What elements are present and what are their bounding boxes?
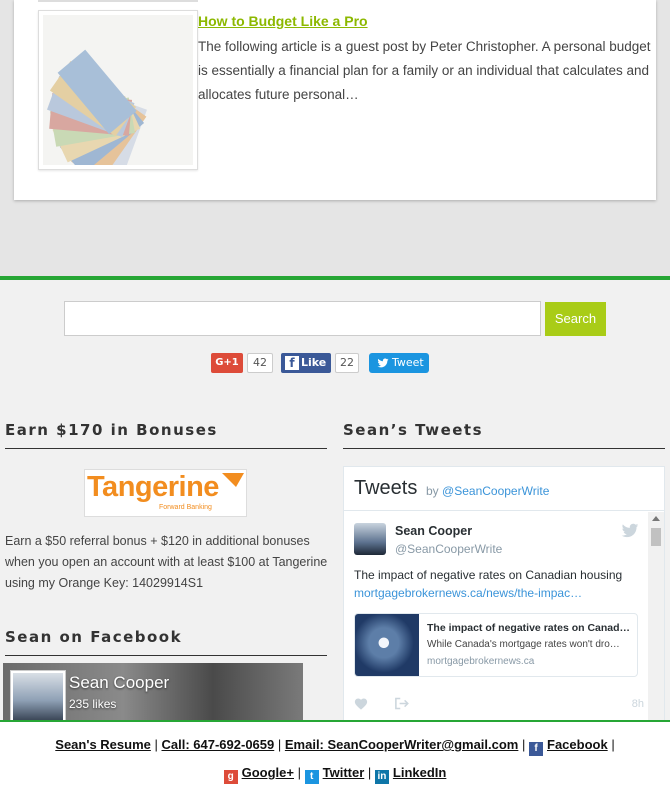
tweet-timestamp[interactable]: 8h	[632, 698, 644, 710]
divider	[38, 0, 198, 2]
widget-divider	[5, 655, 327, 656]
bonuses-widget-title: Earn $170 in Bonuses	[5, 421, 218, 439]
post-card: How to Budget Like a Pro The following a…	[14, 0, 656, 200]
search-input[interactable]	[64, 301, 541, 336]
linkedin-icon: in	[374, 770, 389, 784]
twitter-timeline-widget[interactable]: Tweets by @SeanCooperWrite Sean Cooper @…	[343, 466, 665, 726]
email-link[interactable]: Email: SeanCooperWriter@gmail.com	[285, 737, 519, 752]
tweet-card-description: While Canada's mortgage rates won't dro…	[427, 639, 620, 650]
tweet-link[interactable]: mortgagebrokernews.ca/news/the-impac…	[354, 584, 644, 602]
contact-bar: Sean's Resume | Call: 647-692-0659 | Ema…	[0, 720, 670, 794]
tweets-widget-title: Sean’s Tweets	[343, 421, 484, 439]
widget-divider	[5, 448, 327, 449]
phone-link[interactable]: Call: 647-692-0659	[162, 737, 275, 752]
like-heart-icon[interactable]	[354, 697, 368, 710]
resume-link[interactable]: Sean's Resume	[55, 737, 151, 752]
tweet-actions	[354, 697, 410, 715]
facebook-icon: f	[529, 742, 543, 756]
post-thumbnail[interactable]	[38, 10, 198, 185]
tweet-author-name[interactable]: Sean Cooper	[395, 524, 472, 538]
facebook-link[interactable]: Facebook	[547, 737, 608, 752]
tweet-card-title: The impact of negative rates on Canadi…	[427, 622, 632, 634]
twitter-handle-link[interactable]: @SeanCooperWrite	[442, 484, 549, 498]
tangerine-mark-icon	[222, 473, 244, 487]
facebook-page-widget[interactable]: Sean Cooper 235 likes	[3, 663, 303, 723]
bonuses-description: Earn a $50 referral bonus + $120 in addi…	[5, 534, 328, 590]
linkedin-link[interactable]: LinkedIn	[393, 765, 446, 780]
google-plus-icon: g	[223, 770, 238, 784]
tweet-card-image	[355, 614, 419, 676]
twitter-timeline-byline: by @SeanCooperWrite	[426, 484, 550, 498]
post-title-link[interactable]: How to Budget Like a Pro	[198, 13, 368, 29]
tweet-author-avatar[interactable]	[354, 523, 386, 555]
post-excerpt: The following article is a guest post by…	[198, 39, 651, 102]
widget-divider	[343, 448, 665, 449]
tangerine-logo-word: Tangerine	[87, 471, 219, 503]
facebook-widget-title: Sean on Facebook	[5, 628, 183, 646]
twitter-icon	[377, 358, 389, 368]
scrollbar-thumb[interactable]	[651, 528, 661, 546]
tweet-button-label: Tweet	[392, 356, 424, 369]
contact-bar-line-2: g Google+ | t Twitter | in LinkedIn	[0, 765, 670, 784]
facebook-icon: f	[285, 356, 299, 370]
tangerine-logo[interactable]: Tangerine Forward Banking	[84, 469, 247, 517]
facebook-like-count: 235 likes	[69, 697, 117, 711]
google-plus-button[interactable]: G+1	[211, 353, 243, 373]
twitter-link[interactable]: Twitter	[323, 765, 365, 780]
contact-bar-line-1: Sean's Resume | Call: 647-692-0659 | Ema…	[55, 737, 615, 756]
facebook-page-name[interactable]: Sean Cooper	[69, 673, 169, 693]
tweet-text: The impact of negative rates on Canadian…	[354, 566, 644, 602]
twitter-timeline-header: Tweets by @SeanCooperWrite	[344, 467, 664, 511]
tweet-link-card[interactable]: The impact of negative rates on Canadi… …	[354, 613, 638, 677]
tweet-button[interactable]: Tweet	[369, 353, 429, 373]
tweet-author-handle[interactable]: @SeanCooperWrite	[395, 542, 502, 556]
tangerine-logo-tagline: Forward Banking	[159, 504, 212, 511]
facebook-avatar[interactable]	[10, 670, 66, 723]
twitter-bird-icon[interactable]	[621, 523, 639, 538]
tweets-scrollbar[interactable]	[648, 512, 664, 725]
twitter-timeline-title: Tweets	[354, 477, 418, 499]
search-button[interactable]: Search	[545, 302, 606, 336]
scroll-up-arrow-icon[interactable]	[652, 516, 660, 521]
google-plus-link[interactable]: Google+	[242, 765, 294, 780]
twitter-icon: t	[304, 770, 319, 784]
tweet-card-domain: mortgagebrokernews.ca	[427, 656, 535, 667]
google-plus-count: 42	[247, 353, 273, 373]
facebook-like-count: 22	[335, 353, 359, 373]
share-icon[interactable]	[394, 697, 410, 710]
facebook-like-button[interactable]: f Like	[281, 353, 331, 373]
facebook-like-label: Like	[301, 356, 327, 369]
money-image	[43, 15, 193, 185]
